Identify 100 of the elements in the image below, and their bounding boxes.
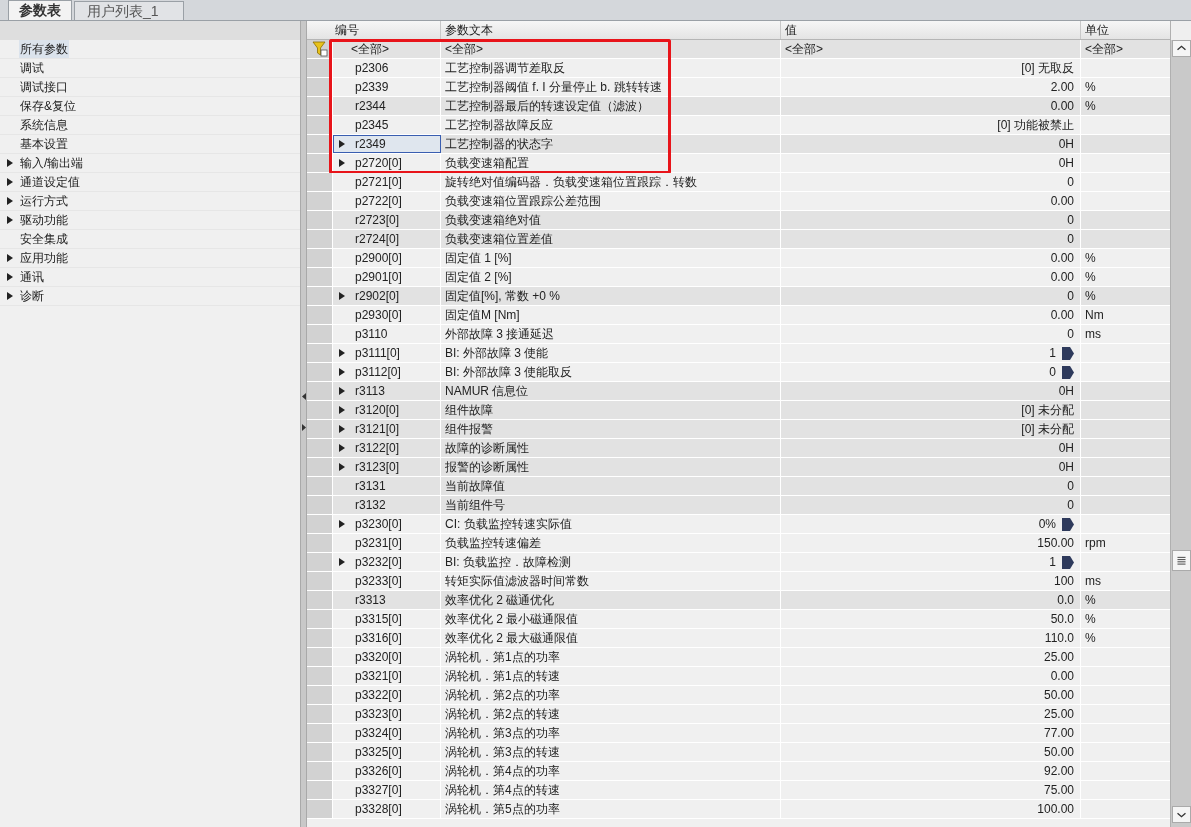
row-header-cell[interactable] [307,458,333,476]
column-header[interactable]: 值 [781,21,1081,39]
number-cell[interactable]: r3113 [333,382,441,400]
row-header-cell[interactable] [307,610,333,628]
sidebar-item[interactable]: 通道设定值 [19,173,81,191]
number-cell[interactable]: p3230[0] [333,515,441,533]
sidebar-item[interactable]: 输入/输出端 [19,154,85,172]
number-cell[interactable]: r2723[0] [333,211,441,229]
connector-icon[interactable] [1062,346,1074,360]
row-header-cell[interactable] [307,306,333,324]
expand-arrow-icon[interactable] [339,349,345,357]
expand-arrow-icon[interactable] [339,520,345,528]
row-header-cell[interactable] [307,173,333,191]
number-cell[interactable]: p2900[0] [333,249,441,267]
sidebar-item[interactable]: 系统信息 [19,116,69,134]
row-header-cell[interactable] [307,325,333,343]
number-cell[interactable]: p2901[0] [333,268,441,286]
sidebar-item[interactable]: 安全集成 [19,230,69,248]
expand-arrow-icon[interactable] [339,558,345,566]
scrollbar[interactable] [1170,21,1191,827]
number-cell[interactable]: p3322[0] [333,686,441,704]
number-cell[interactable]: r3122[0] [333,439,441,457]
expand-arrow-icon[interactable] [339,444,345,452]
number-cell[interactable]: r2724[0] [333,230,441,248]
sidebar-item[interactable]: 保存&复位 [19,97,77,115]
expand-arrow-icon[interactable] [339,387,345,395]
row-header-cell[interactable] [307,496,333,514]
row-header-cell[interactable] [307,648,333,666]
number-cell[interactable]: p2345 [333,116,441,134]
row-header-cell[interactable] [307,363,333,381]
number-cell[interactable]: p3323[0] [333,705,441,723]
number-cell[interactable]: r3120[0] [333,401,441,419]
scroll-thumb-icon[interactable] [1172,550,1191,571]
expand-arrow-icon[interactable] [339,140,345,148]
number-cell[interactable]: r3131 [333,477,441,495]
row-header-cell[interactable] [307,743,333,761]
expand-arrow-icon[interactable] [339,159,345,167]
row-header-cell[interactable] [307,249,333,267]
number-cell[interactable]: p2721[0] [333,173,441,191]
number-cell[interactable]: r3132 [333,496,441,514]
number-cell[interactable]: p3112[0] [333,363,441,381]
sidebar-item[interactable]: 通讯 [19,268,45,286]
row-header-cell[interactable] [307,553,333,571]
column-header[interactable]: 参数文本 [441,21,781,39]
row-header-cell[interactable] [307,230,333,248]
row-header-cell[interactable] [307,477,333,495]
row-header-cell[interactable] [307,382,333,400]
number-cell[interactable]: p2339 [333,78,441,96]
number-cell[interactable]: r2902[0] [333,287,441,305]
sidebar-item[interactable]: 基本设置 [19,135,69,153]
connector-icon[interactable] [1062,365,1074,379]
number-cell[interactable]: p2306 [333,59,441,77]
number-cell[interactable]: p3232[0] [333,553,441,571]
number-cell[interactable]: p3326[0] [333,762,441,780]
number-cell[interactable]: p3325[0] [333,743,441,761]
row-header-cell[interactable] [307,420,333,438]
column-header[interactable]: 单位 [1081,21,1170,39]
row-header-cell[interactable] [307,686,333,704]
sidebar-item[interactable]: 运行方式 [19,192,69,210]
row-header-cell[interactable] [307,515,333,533]
sidebar-item[interactable]: 所有参数 [19,40,69,58]
expand-arrow-icon[interactable] [339,406,345,414]
number-cell[interactable]: r3121[0] [333,420,441,438]
number-cell[interactable]: <全部> [333,40,441,58]
sidebar-item[interactable]: 诊断 [19,287,45,305]
expand-arrow-icon[interactable] [7,254,13,262]
expand-arrow-icon[interactable] [7,273,13,281]
row-header-cell[interactable] [307,401,333,419]
expand-arrow-icon[interactable] [339,368,345,376]
number-cell[interactable]: p3233[0] [333,572,441,590]
number-cell[interactable]: p3327[0] [333,781,441,799]
expand-arrow-icon[interactable] [339,463,345,471]
number-cell[interactable]: p2722[0] [333,192,441,210]
scroll-up-icon[interactable] [1172,40,1191,57]
number-cell[interactable]: r3313 [333,591,441,609]
expand-arrow-icon[interactable] [7,197,13,205]
scroll-down-icon[interactable] [1172,806,1191,823]
expand-arrow-icon[interactable] [7,178,13,186]
number-cell[interactable]: p3321[0] [333,667,441,685]
number-cell[interactable]: p3320[0] [333,648,441,666]
connector-icon[interactable] [1062,555,1074,569]
expand-arrow-icon[interactable] [7,216,13,224]
number-cell[interactable]: p3328[0] [333,800,441,818]
row-header-cell[interactable] [307,344,333,362]
number-cell[interactable]: r2344 [333,97,441,115]
expand-arrow-icon[interactable] [339,425,345,433]
row-header-cell[interactable] [307,591,333,609]
expand-arrow-icon[interactable] [7,159,13,167]
row-header-cell[interactable] [307,534,333,552]
sidebar-item[interactable]: 调试 [19,59,45,77]
row-header-cell[interactable] [307,667,333,685]
number-cell[interactable]: p3316[0] [333,629,441,647]
row-header-cell[interactable] [307,724,333,742]
number-cell[interactable]: p2720[0] [333,154,441,172]
expand-arrow-icon[interactable] [339,292,345,300]
sidebar-item[interactable]: 应用功能 [19,249,69,267]
row-header-cell[interactable] [307,705,333,723]
row-header-cell[interactable] [307,287,333,305]
row-header-cell[interactable] [307,800,333,818]
row-header-cell[interactable] [307,572,333,590]
